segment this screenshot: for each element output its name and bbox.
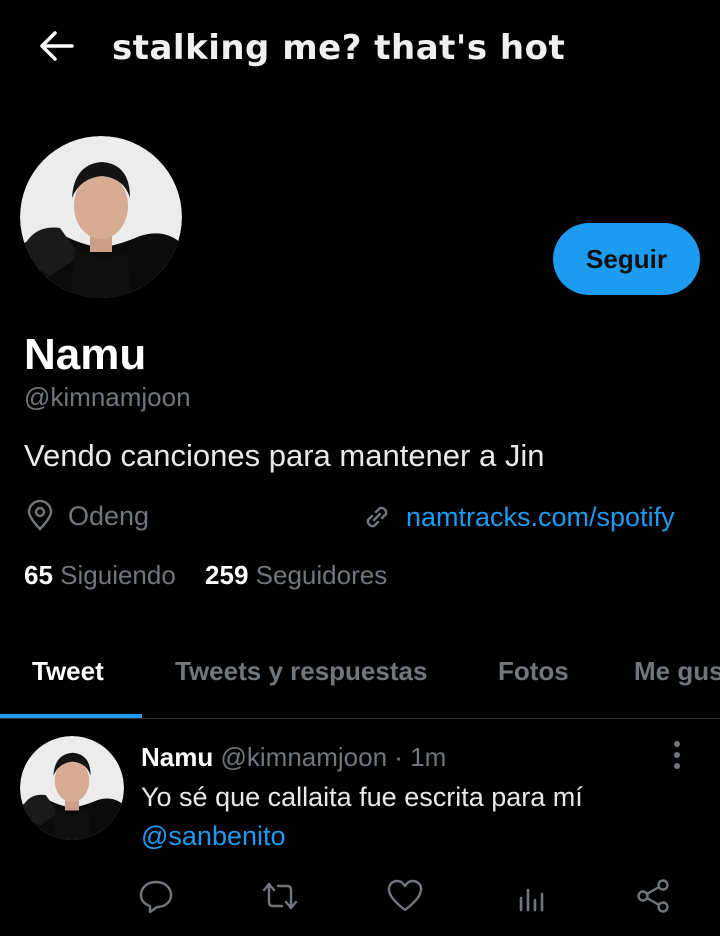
tweet-mention-link[interactable]: @sanbenito [141,821,286,852]
avatar-photo [20,136,182,298]
tab-tweet[interactable]: Tweet [32,656,104,687]
follow-stats: 65 Siguiendo 259 Seguidores [24,560,409,591]
tweet-author-handle: @kimnamjoon [220,742,388,772]
more-options-icon[interactable] [662,738,692,772]
link-icon [366,506,388,528]
tweet-actions [0,870,720,920]
profile-header-title: stalking me? that's hot [112,28,566,68]
tweet-header: Namu @kimnamjoon · 1m [141,742,446,773]
profile-website[interactable]: namtracks.com/spotify [360,500,675,534]
following-label: Siguiendo [60,560,176,590]
reply-icon[interactable] [136,876,176,916]
website-link[interactable]: namtracks.com/spotify [406,502,675,533]
following-count: 65 [24,560,53,590]
tweet-avatar[interactable] [20,736,124,840]
profile-avatar[interactable] [20,136,182,298]
tweet-time: 1m [410,742,447,772]
followers-stat[interactable]: 259 Seguidores [205,560,387,590]
tweet-separator: · [394,742,403,772]
tab-tweets-replies[interactable]: Tweets y respuestas [175,656,427,687]
location-text: Odeng [68,500,150,531]
profile-handle: @kimnamjoon [24,382,191,412]
tweet-item[interactable]: Namu @kimnamjoon · 1m Yo sé que callaita… [0,720,720,936]
share-icon[interactable] [634,876,674,916]
profile-location: Odeng [24,500,149,532]
retweet-icon[interactable] [260,876,300,916]
location-pin-icon [27,500,53,531]
top-bar: stalking me? that's hot [0,0,720,100]
analytics-icon[interactable] [511,876,551,916]
tweet-author-name[interactable]: Namu [141,742,213,772]
following-stat[interactable]: 65 Siguiendo [24,560,176,590]
profile-bio: Vendo canciones para mantener a Jin [24,438,545,473]
back-arrow-icon[interactable] [36,26,76,66]
tab-likes[interactable]: Me gusta [634,656,720,687]
followers-count: 259 [205,560,249,590]
tweet-avatar-photo [20,736,124,840]
follow-button[interactable]: Seguir [553,223,700,295]
profile-display-name: Namu [24,330,147,379]
tab-photos[interactable]: Fotos [498,656,569,687]
followers-label: Seguidores [255,560,388,590]
profile-tabs: Tweet Tweets y respuestas Fotos Me gusta [0,628,720,718]
tabs-divider [0,718,720,719]
tweet-text: Yo sé que callaita fue escrita para mí [141,782,583,812]
like-icon[interactable] [385,876,425,916]
